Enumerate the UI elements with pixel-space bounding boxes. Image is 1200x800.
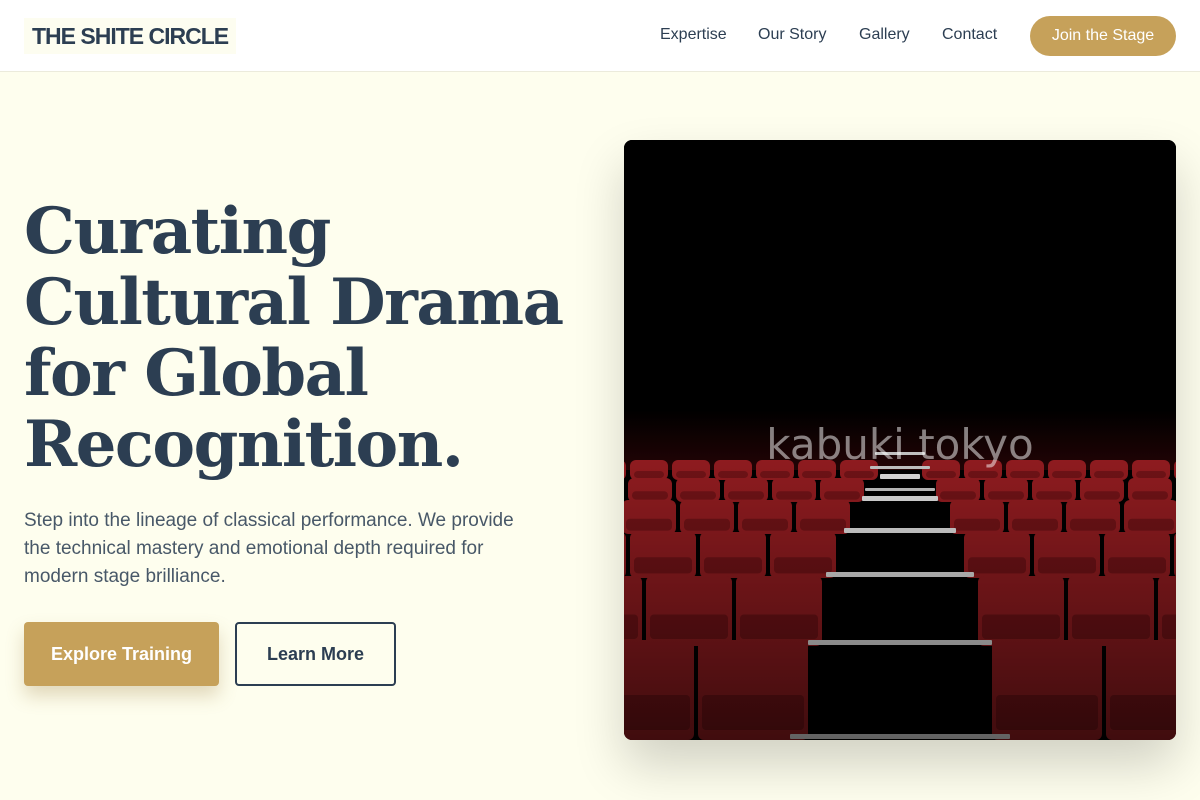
- site-header: THE SHITE CIRCLE Expertise Our Story Gal…: [0, 0, 1200, 72]
- nav-link-our-story[interactable]: Our Story: [758, 24, 826, 46]
- hero-title-line: Curating: [24, 194, 331, 269]
- nav-link-expertise[interactable]: Expertise: [660, 24, 727, 46]
- explore-training-button[interactable]: Explore Training: [24, 622, 219, 686]
- hero-title-line: Cultural Drama: [24, 265, 564, 340]
- hero-title-line: for Global: [24, 336, 369, 411]
- learn-more-button[interactable]: Learn More: [235, 622, 396, 686]
- hero-subtitle: Step into the lineage of classical perfo…: [24, 510, 514, 587]
- site-logo[interactable]: THE SHITE CIRCLE: [24, 18, 237, 54]
- hero-image-theater-seats: kabuki tokyo: [624, 140, 1176, 740]
- hero-title-line: Recognition.: [24, 407, 464, 482]
- join-the-stage-button[interactable]: Join the Stage: [1030, 16, 1176, 56]
- image-alt-text: kabuki tokyo: [766, 420, 1034, 469]
- nav-link-contact[interactable]: Contact: [942, 24, 997, 46]
- hero-title: Curating Cultural Drama for Global Recog…: [24, 196, 604, 480]
- nav-link-gallery[interactable]: Gallery: [859, 24, 910, 46]
